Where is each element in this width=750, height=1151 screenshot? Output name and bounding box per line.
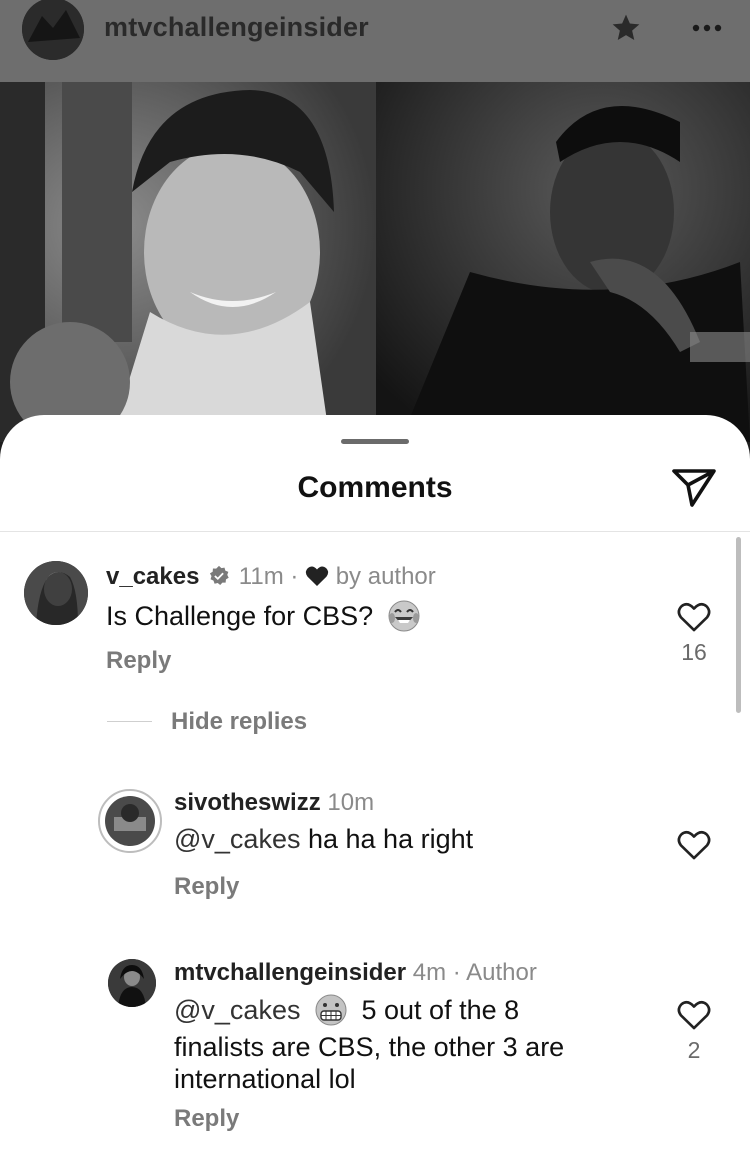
send-icon[interactable] — [670, 465, 718, 509]
comment-text: Is Challenge for CBS? — [106, 599, 421, 637]
author-tag: Author — [466, 959, 537, 986]
comment-username[interactable]: mtvchallengeinsider — [174, 959, 406, 986]
divider — [0, 531, 750, 532]
comment-text: @v_cakes 5 out of the 8 finalists are CB… — [174, 993, 654, 1095]
heart-icon[interactable] — [676, 999, 712, 1031]
comments-sheet: Comments v_cakes 11m · by author Is Chal… — [0, 415, 750, 1151]
comment-text-body: 5 out of the 8 — [361, 995, 520, 1026]
avatar[interactable] — [108, 959, 156, 1007]
reply-item: sivotheswizz 10m @v_cakes ha ha ha right… — [0, 785, 750, 905]
heart-icon[interactable] — [676, 829, 712, 861]
avatar[interactable] — [24, 561, 88, 625]
comment-text: @v_cakes ha ha ha right — [174, 823, 473, 855]
more-icon[interactable] — [690, 14, 724, 42]
verified-badge-icon — [210, 565, 229, 585]
hide-replies-button[interactable]: Hide replies — [171, 708, 307, 736]
reply-item: mtvchallengeinsider 4m · Author @v_cakes… — [0, 955, 750, 1151]
reply-button[interactable]: Reply — [174, 1105, 239, 1133]
mention-link[interactable]: @v_cakes — [174, 824, 300, 854]
reply-button[interactable]: Reply — [174, 873, 239, 901]
mention-link[interactable]: @v_cakes — [174, 995, 300, 1025]
separator-dot: · — [290, 563, 299, 590]
post-author-avatar[interactable] — [22, 0, 84, 60]
post-username[interactable]: mtvchallengeinsider — [104, 12, 369, 43]
comment-meta: v_cakes 11m · by author — [106, 563, 436, 591]
heart-icon[interactable] — [676, 601, 712, 633]
comment-text-line: @v_cakes 5 out of the 8 — [174, 993, 654, 1031]
comment-time: 10m — [327, 789, 375, 816]
heart-filled-icon — [305, 566, 329, 587]
comment-text-body: ha ha ha right — [307, 824, 474, 854]
like-count: 16 — [681, 639, 707, 665]
comment-text-body: Is Challenge for CBS? — [106, 601, 374, 632]
comment-username[interactable]: sivotheswizz — [174, 789, 321, 816]
sheet-drag-handle[interactable] — [341, 439, 409, 444]
separator-dot: · — [452, 959, 461, 986]
comment-meta: sivotheswizz 10m — [174, 789, 374, 817]
avatar[interactable] — [98, 789, 162, 853]
comment-time: 11m — [238, 563, 284, 590]
comment-item: v_cakes 11m · by author Is Challenge for… — [0, 555, 750, 675]
post-header: mtvchallengeinsider — [0, 0, 750, 82]
liked-by-author-label: by author — [335, 563, 436, 590]
comment-text-line: international lol — [174, 1064, 356, 1094]
comment-time: 4m — [412, 959, 447, 986]
tears-of-joy-emoji — [388, 600, 420, 632]
comment-meta: mtvchallengeinsider 4m · Author — [174, 959, 537, 987]
comment-text-line: finalists are CBS, the other 3 are — [174, 1032, 565, 1062]
sheet-title: Comments — [297, 471, 453, 504]
reply-button[interactable]: Reply — [106, 647, 171, 675]
star-icon[interactable] — [610, 12, 642, 44]
post-photo[interactable] — [0, 82, 750, 442]
hide-replies-line — [107, 721, 152, 722]
like-count: 2 — [687, 1037, 701, 1063]
grimacing-emoji — [315, 994, 347, 1026]
comment-username[interactable]: v_cakes — [106, 563, 199, 590]
